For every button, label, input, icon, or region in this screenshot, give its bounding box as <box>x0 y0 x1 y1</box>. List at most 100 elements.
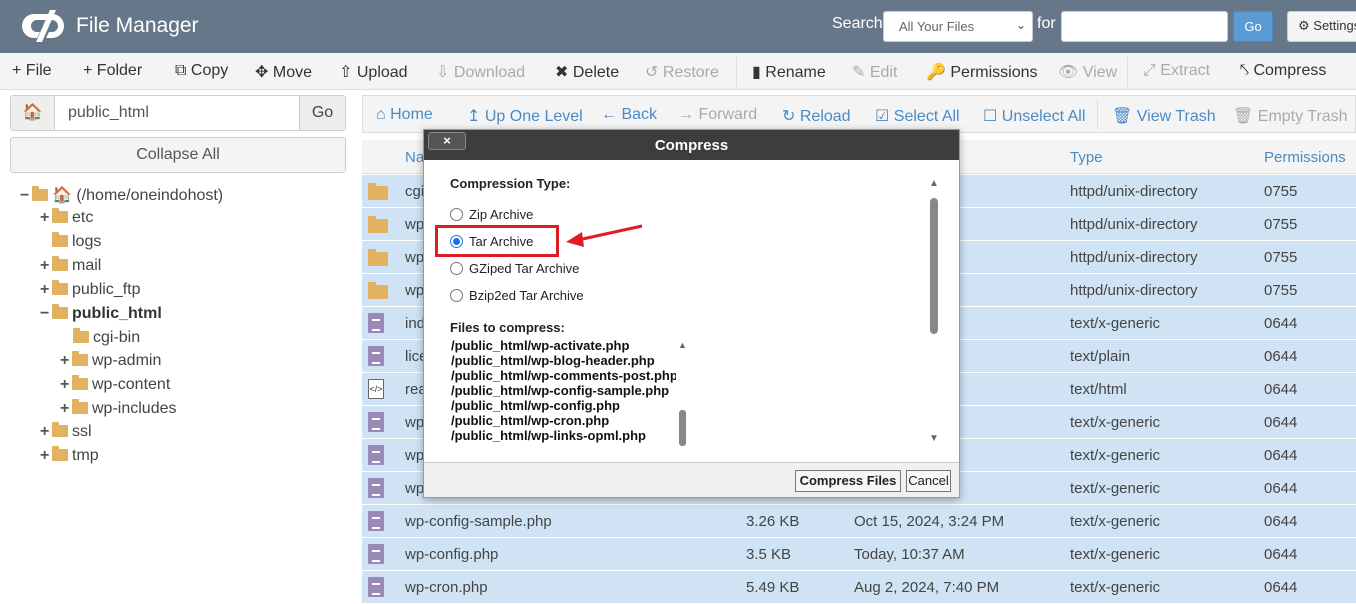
nav-reload-button[interactable]: ↻ Reload <box>782 106 851 126</box>
option-label: Bzip2ed Tar Archive <box>469 288 584 303</box>
select-all-button[interactable]: ☑ Select All <box>875 106 960 126</box>
path-go-button[interactable]: Go <box>299 96 345 130</box>
expand-icon[interactable]: + <box>40 281 52 299</box>
option-bzip2-tar-archive[interactable]: Bzip2ed Tar Archive <box>450 288 584 303</box>
path-input[interactable]: public_html <box>68 104 149 122</box>
cancel-button[interactable]: Cancel <box>906 470 951 492</box>
scroll-up-icon[interactable]: ▲ <box>678 340 687 350</box>
nav-home-button[interactable]: ⌂ Home <box>376 106 433 124</box>
radio-button[interactable] <box>450 262 463 275</box>
folder-icon <box>52 280 68 295</box>
move-button[interactable]: ✥ Move <box>255 62 312 82</box>
nav-back-button[interactable]: ← Back <box>601 106 657 124</box>
file-permissions: 0644 <box>1264 579 1298 596</box>
arrow-right-icon: → <box>678 106 694 123</box>
tree-label: wp-content <box>92 376 171 393</box>
option-label: GZiped Tar Archive <box>469 261 580 276</box>
nav-forward-label: Forward <box>698 106 758 123</box>
edit-button[interactable]: ✎ Edit <box>852 62 897 82</box>
compress-files-button[interactable]: Compress Files <box>795 470 901 492</box>
unselect-all-button[interactable]: ☐ Unselect All <box>983 106 1085 126</box>
nav-up-button[interactable]: ↥ Up One Level <box>467 106 583 126</box>
empty-trash-button[interactable]: 🗑 Empty Trash <box>1233 106 1348 126</box>
expand-icon[interactable]: + <box>40 423 52 441</box>
tree-item-tmp[interactable]: + tmp <box>40 446 99 469</box>
tree-item-public-html[interactable]: − public_html <box>40 304 162 327</box>
nav-back-label: Back <box>621 106 658 123</box>
extract-button[interactable]: ⤢ Extract <box>1143 62 1210 80</box>
collapse-icon[interactable]: − <box>40 305 52 323</box>
home-icon[interactable]: 🏠 <box>11 96 55 130</box>
expand-icon[interactable]: + <box>60 400 72 418</box>
tree-item-cgi-bin[interactable]: cgi-bin <box>73 328 140 351</box>
copy-button[interactable]: ⧉ Copy <box>175 62 228 80</box>
rename-button[interactable]: ▮ Rename <box>752 62 826 82</box>
expand-icon[interactable]: + <box>40 447 52 465</box>
tree-item-etc[interactable]: + etc <box>40 208 93 231</box>
restore-button[interactable]: ↺ Restore <box>645 62 719 82</box>
tree-item-mail[interactable]: + mail <box>40 256 101 279</box>
scroll-down-icon[interactable]: ▼ <box>929 433 939 444</box>
files-list: /public_html/wp-activate.php/public_html… <box>451 338 691 450</box>
permissions-button[interactable]: 🔑 Permissions <box>926 62 1038 82</box>
expand-icon[interactable]: + <box>60 376 72 394</box>
file-size: 3.5 KB <box>746 546 792 563</box>
nav-forward-button[interactable]: → Forward <box>678 106 757 124</box>
reload-icon: ↻ <box>782 108 796 125</box>
settings-button[interactable]: ⚙ Settings <box>1287 11 1356 42</box>
table-row[interactable]: wp-config-sample.php 3.26 KB Oct 15, 2024,… <box>362 505 1356 538</box>
file-icon <box>368 544 384 564</box>
file-type: text/x-generic <box>1070 447 1161 464</box>
table-row[interactable]: wp-config.php 3.5 KB Today, 10:37 AM text/x… <box>362 538 1356 571</box>
tree-item-wp-admin[interactable]: + wp-admin <box>60 351 161 374</box>
folder-icon <box>72 351 88 366</box>
column-header-permissions[interactable]: Permissions <box>1264 149 1346 166</box>
extract-label: Extract <box>1160 62 1211 79</box>
search-input[interactable] <box>1061 11 1228 42</box>
table-row[interactable]: wp-cron.php 5.49 KB Aug 2, 2024, 7:40 PM te… <box>362 571 1356 604</box>
file-permissions: 0644 <box>1264 480 1298 497</box>
scroll-up-icon[interactable]: ▲ <box>929 178 939 189</box>
cpanel-logo[interactable] <box>20 10 70 42</box>
search-go-button[interactable]: Go <box>1233 11 1273 42</box>
new-file-button[interactable]: + File <box>12 62 52 80</box>
toolbar-divider <box>1127 57 1128 87</box>
upload-button[interactable]: ⇧ Upload <box>339 62 408 82</box>
scroll-thumb[interactable] <box>930 198 938 334</box>
view-trash-button[interactable]: 🗑 View Trash <box>1112 106 1216 126</box>
collapse-icon[interactable]: − <box>20 187 32 205</box>
delete-button[interactable]: ✖ Delete <box>555 62 619 82</box>
file-permissions: 0644 <box>1264 348 1298 365</box>
download-button[interactable]: ⇩ Download <box>436 62 525 82</box>
radio-button[interactable] <box>450 208 463 221</box>
home-icon: 🏠 <box>52 187 72 204</box>
compression-type-label: Compression Type: <box>450 176 571 191</box>
expand-icon[interactable]: + <box>60 352 72 370</box>
scroll-thumb[interactable] <box>679 410 686 446</box>
collapse-all-button[interactable]: Collapse All <box>10 137 346 173</box>
option-zip-archive[interactable]: Zip Archive <box>450 207 533 222</box>
file-path-item: /public_html/wp-cron.php <box>451 413 610 428</box>
search-scope-select[interactable]: All Your Files ⌄ <box>883 11 1033 42</box>
tree-item-public-ftp[interactable]: + public_ftp <box>40 280 141 303</box>
tree-item-ssl[interactable]: + ssl <box>40 422 92 445</box>
file-icon <box>368 478 384 498</box>
new-folder-button[interactable]: + Folder <box>83 62 142 80</box>
view-button[interactable]: 👁 View <box>1058 62 1117 82</box>
tree-item-root[interactable]: − 🏠 (/home/oneindohost) <box>20 185 223 207</box>
tree-item-wp-includes[interactable]: + wp-includes <box>60 399 176 422</box>
expand-icon[interactable]: + <box>40 209 52 227</box>
column-header-type[interactable]: Type <box>1070 149 1103 166</box>
compress-button[interactable]: ⤣ Compress <box>1240 62 1326 80</box>
option-gzip-tar-archive[interactable]: GZiped Tar Archive <box>450 261 579 276</box>
folder-icon <box>52 256 68 271</box>
dialog-scrollbar[interactable]: ▲ ▼ <box>927 178 941 446</box>
files-list-scrollbar[interactable]: ▲ <box>676 338 688 450</box>
path-bar: 🏠 public_html Go <box>10 95 346 131</box>
tree-item-logs[interactable]: logs <box>52 232 101 255</box>
tree-item-wp-content[interactable]: + wp-content <box>60 375 171 398</box>
files-to-compress-label: Files to compress: <box>450 320 565 335</box>
empty-trash-label: Empty Trash <box>1257 108 1348 125</box>
expand-icon[interactable]: + <box>40 257 52 275</box>
radio-button[interactable] <box>450 289 463 302</box>
